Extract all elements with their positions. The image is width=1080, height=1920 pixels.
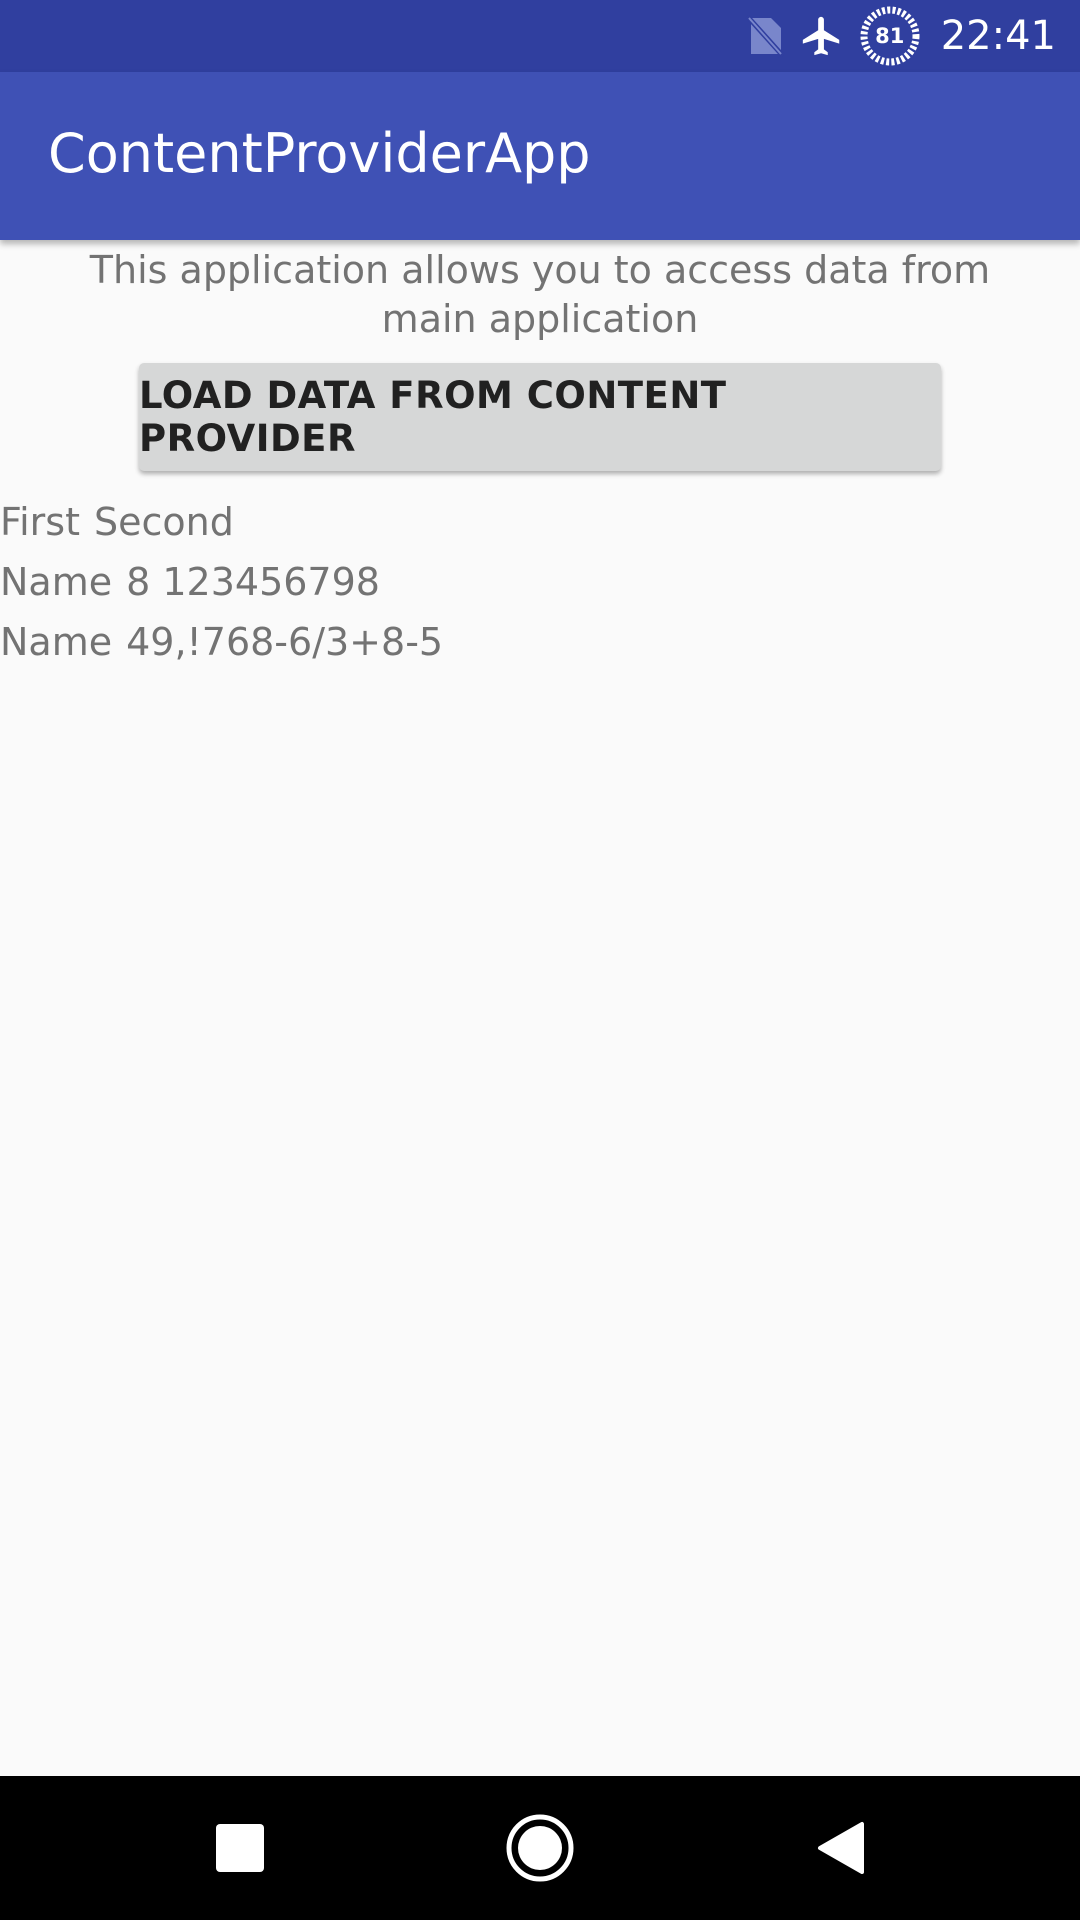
screen: 81 22:41 ContentProviderApp This applica… xyxy=(0,0,1080,1920)
airplane-mode-icon xyxy=(799,13,845,59)
back-button[interactable] xyxy=(790,1798,890,1898)
row-second-cell: 8 123456798 xyxy=(126,560,380,604)
main-content: This application allows you to access da… xyxy=(0,240,1080,1776)
battery-level: 81 xyxy=(875,24,905,48)
row-second-cell: 49,!768-6/3+8-5 xyxy=(126,620,444,664)
clock: 22:41 xyxy=(940,13,1056,59)
row-first-cell: Name xyxy=(0,620,113,664)
data-row: First Second xyxy=(0,492,443,552)
home-button[interactable] xyxy=(490,1798,590,1898)
app-bar: ContentProviderApp xyxy=(0,72,1080,240)
back-triangle-icon xyxy=(818,1822,864,1874)
row-first-cell: Name xyxy=(0,560,113,604)
row-first-cell: First xyxy=(0,500,80,544)
home-circle-icon xyxy=(506,1814,574,1882)
data-list: First Second Name 8 123456798 Name 49,!768-… xyxy=(0,492,443,672)
data-row: Name 8 123456798 xyxy=(0,552,443,612)
no-sim-icon xyxy=(744,14,785,58)
recents-button[interactable] xyxy=(190,1798,290,1898)
row-second-cell: Second xyxy=(93,500,234,544)
description-text: This application allows you to access da… xyxy=(89,248,991,341)
battery-saver-icon: 81 xyxy=(859,5,921,67)
status-bar: 81 22:41 xyxy=(0,0,1080,72)
recents-square-icon xyxy=(216,1824,264,1872)
data-row: Name 49,!768-6/3+8-5 xyxy=(0,612,443,672)
status-icons: 81 22:41 xyxy=(744,0,1056,72)
navigation-bar xyxy=(0,1776,1080,1920)
app-title: ContentProviderApp xyxy=(48,122,591,185)
load-data-button[interactable]: LOAD DATA FROM CONTENT PROVIDER xyxy=(139,363,941,471)
